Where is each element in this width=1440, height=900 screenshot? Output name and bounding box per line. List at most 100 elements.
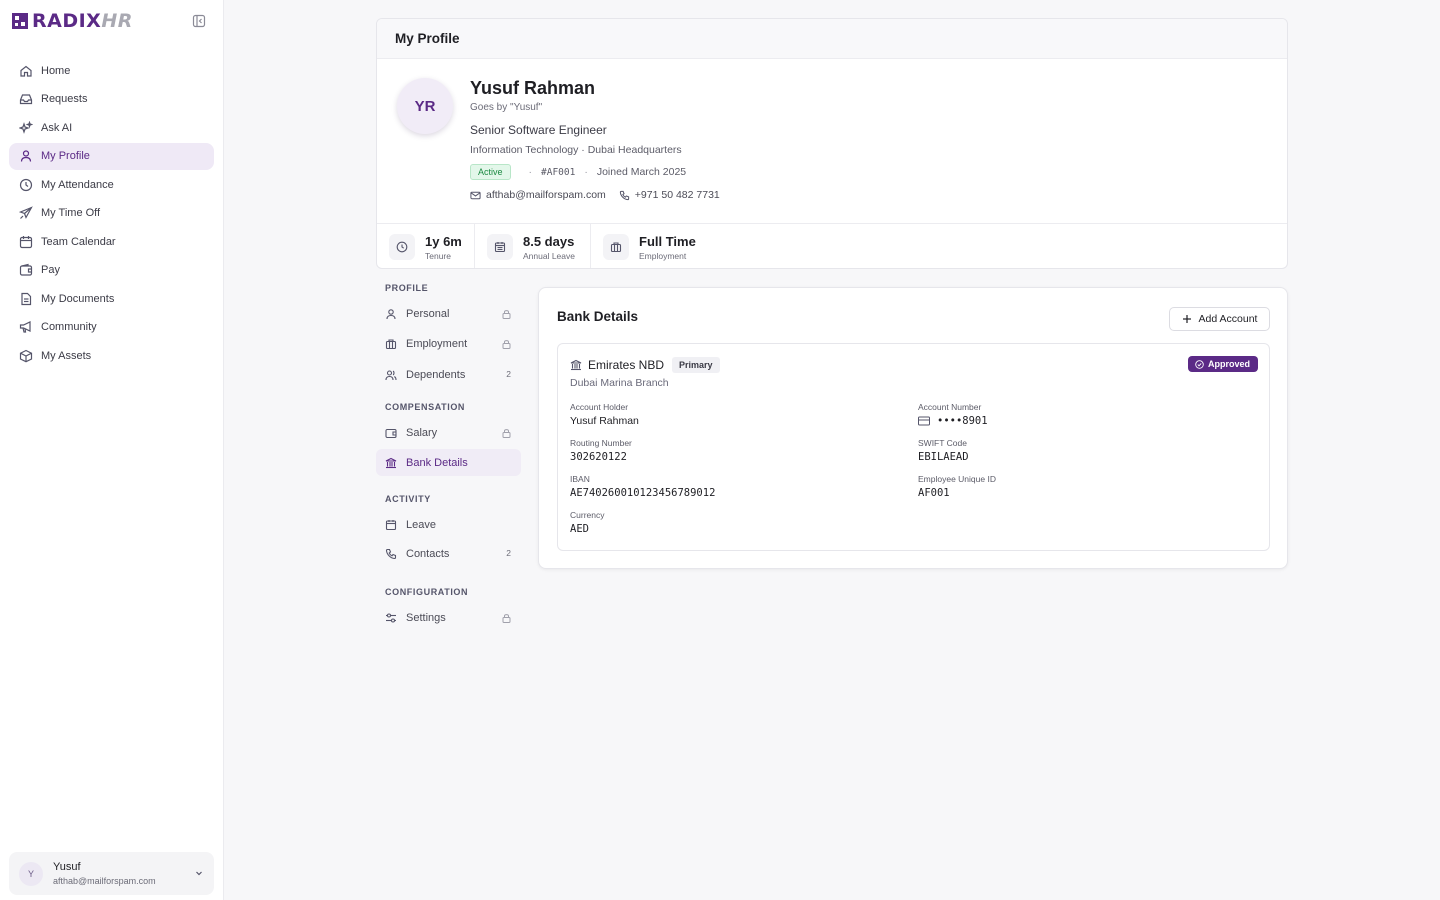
user-icon [20, 150, 32, 162]
nav-label: My Documents [41, 292, 115, 305]
joined-date: Joined March 2025 [596, 166, 687, 178]
credit-card-icon [918, 416, 930, 426]
logo-mark-icon [12, 13, 28, 29]
nav-item-ask-ai[interactable]: Ask AI [9, 114, 214, 141]
approval-status-label: Approved [1207, 359, 1250, 369]
nav-label: My Assets [41, 349, 92, 362]
bank-icon [385, 457, 397, 468]
briefcase-icon [385, 338, 397, 349]
user-icon [386, 308, 396, 319]
nav-label: Pay [41, 264, 60, 276]
nav-label: Team Calendar [41, 235, 116, 248]
chevron-down-icon [196, 871, 202, 876]
field-value: EBILAEAD [918, 451, 969, 463]
add-account-label: Add Account [1198, 313, 1258, 325]
subnav-label: Leave [406, 518, 436, 531]
stat-icon-box [389, 234, 415, 260]
primary-badge: Primary [672, 357, 720, 373]
status-badge: Active [470, 164, 511, 180]
subnav-item-salary[interactable]: Salary [376, 419, 521, 446]
field-routing-number: Routing Number 302620122 [570, 438, 632, 463]
sidebar: RADIXHR Home Requests Ask AI My Profile … [0, 0, 224, 900]
section-title-configuration: CONFIGURATION [385, 587, 469, 597]
nav-item-my-time-off[interactable]: My Time Off [9, 200, 214, 227]
profile-phone-link[interactable]: +971 50 482 7731 [635, 189, 720, 201]
section-title-activity: ACTIVITY [385, 494, 431, 504]
subnav-item-personal[interactable]: Personal [376, 300, 521, 327]
subnav-item-leave[interactable]: Leave [376, 511, 521, 538]
profile-name: Yusuf Rahman [470, 78, 596, 98]
mail-icon [470, 191, 481, 199]
nav-item-requests[interactable]: Requests [9, 86, 214, 113]
collapse-sidebar-icon[interactable] [192, 14, 206, 28]
field-value: AED [570, 523, 589, 535]
contacts-count: 2 [506, 548, 511, 558]
nav-item-team-calendar[interactable]: Team Calendar [9, 228, 214, 255]
bank-details-card: Bank Details Add Account Emirates NBD Pr… [538, 287, 1288, 569]
subnav-label: Settings [406, 611, 446, 624]
profile-header-card: My Profile YR Yusuf Rahman Goes by "Yusu… [376, 18, 1288, 269]
brand-logo[interactable]: RADIXHR [12, 10, 133, 32]
home-icon [20, 65, 32, 77]
nav-item-my-documents[interactable]: My Documents [9, 285, 214, 312]
subnav-item-settings[interactable]: Settings [376, 604, 521, 631]
nav-item-home[interactable]: Home [9, 57, 214, 84]
lock-icon [502, 429, 511, 438]
nav-item-pay[interactable]: Pay [9, 257, 214, 284]
inbox-icon [19, 94, 33, 105]
field-account-holder: Account Holder Yusuf Rahman [570, 402, 639, 427]
clock-icon [396, 241, 408, 253]
stat-employment: Full Time Employment [591, 224, 708, 268]
field-label: Account Holder [570, 402, 629, 412]
field-iban: IBAN AE740260010123456789012 [570, 474, 715, 499]
approval-status-badge: Approved [1187, 356, 1258, 372]
field-currency: Currency AED [570, 510, 604, 535]
subnav-item-contacts[interactable]: Contacts 2 [376, 540, 521, 567]
sparkles-icon [19, 120, 33, 134]
bank-name: Emirates NBD [588, 358, 665, 372]
field-label: Employee Unique ID [918, 474, 996, 484]
nav-label: My Attendance [41, 178, 114, 191]
field-value: Yusuf Rahman [570, 415, 639, 427]
user-email: afthab@mailforspam.com [53, 876, 156, 886]
stat-tenure: 1y 6m Tenure [377, 224, 475, 268]
subnav-item-bank-details[interactable]: Bank Details [376, 449, 521, 476]
field-label: Account Number [918, 402, 982, 412]
field-value: AE740260010123456789012 [570, 487, 716, 499]
wallet-icon [385, 428, 397, 438]
plus-icon [1182, 315, 1191, 323]
field-value: AF001 [918, 487, 950, 499]
add-account-button[interactable]: Add Account [1169, 307, 1270, 331]
subnav-label: Personal [406, 307, 450, 320]
bank-name-row: Emirates NBD Primary [570, 357, 720, 373]
nav-label: Community [41, 321, 97, 333]
subnav-label: Bank Details [406, 456, 468, 469]
stat-value: 8.5 days [523, 233, 575, 249]
stat-value: Full Time [639, 233, 696, 249]
section-title-profile: PROFILE [385, 283, 429, 293]
nav-label: My Profile [41, 150, 90, 162]
wallet-icon [19, 263, 33, 276]
subnav-label: Salary [406, 426, 438, 439]
user-menu[interactable]: Y Yusuf afthab@mailforspam.com [9, 852, 214, 895]
user-name: Yusuf [53, 861, 81, 873]
subnav-label: Dependents [406, 368, 466, 381]
subnav-item-dependents[interactable]: Dependents 2 [376, 361, 521, 388]
page-title: My Profile [377, 19, 1287, 59]
profile-email-link[interactable]: afthab@mailforspam.com [486, 189, 606, 201]
nav-label: My Time Off [41, 207, 101, 219]
briefcase-icon [610, 242, 622, 253]
nav-item-my-profile[interactable]: My Profile [9, 142, 214, 170]
bank-account-card: Emirates NBD Primary Dubai Marina Branch… [557, 343, 1270, 551]
field-label: SWIFT Code [918, 438, 967, 448]
calendar-icon [19, 235, 33, 248]
nav-item-my-attendance[interactable]: My Attendance [9, 171, 214, 198]
users-icon [385, 369, 397, 380]
nav-item-community[interactable]: Community [9, 314, 214, 341]
nav-label: Requests [41, 93, 88, 105]
calendar-icon [494, 242, 506, 253]
stat-icon-box [487, 234, 513, 260]
field-account-number: Account Number ••••8901 [918, 402, 988, 427]
nav-item-my-assets[interactable]: My Assets [9, 342, 214, 369]
subnav-item-employment[interactable]: Employment [376, 330, 521, 357]
